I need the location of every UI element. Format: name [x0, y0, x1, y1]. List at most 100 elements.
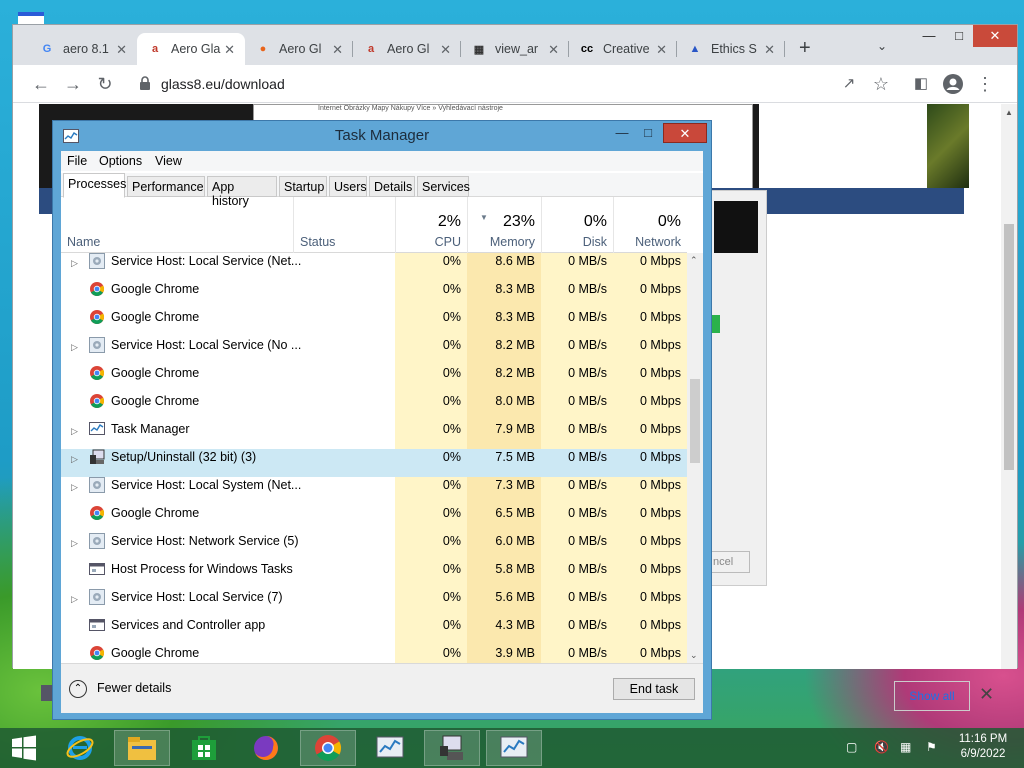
process-row[interactable]: Google Chrome 0% 6.5 MB 0 MB/s 0 Mbps — [61, 505, 687, 533]
browser-tab[interactable]: ▦ view_ar ✕ — [461, 33, 569, 65]
expand-arrow-icon[interactable]: ▷ — [71, 255, 78, 272]
menu-view[interactable]: View — [155, 154, 182, 168]
title-bar[interactable]: Task Manager — □ ✕ — [53, 121, 711, 151]
process-row[interactable]: ▷ Service Host: Local System (Net... 0% 7.3… — [61, 477, 687, 505]
taskmgr-icon[interactable] — [362, 730, 418, 766]
process-list-scrollbar[interactable]: ⌃ ⌄ — [687, 253, 703, 663]
process-row[interactable]: ▷ Service Host: Network Service (5) 0% 6.0 … — [61, 533, 687, 561]
chrome-icon[interactable] — [300, 730, 356, 766]
browser-tab[interactable]: ● Aero Gl ✕ — [245, 33, 353, 65]
browser-tab[interactable]: Gaero 8.1 ✕ — [29, 33, 137, 65]
chevron-up-icon[interactable]: ⌃ — [69, 680, 87, 698]
tab-search-icon[interactable]: ⌄ — [877, 39, 887, 53]
expand-arrow-icon[interactable]: ▷ — [71, 339, 78, 356]
volume-muted-icon[interactable]: 🔇 — [874, 740, 889, 754]
reload-icon[interactable]: ↻ — [91, 71, 119, 97]
process-row[interactable]: ▷ Service Host: Local Service (7) 0% 5.6 MB… — [61, 589, 687, 617]
clock[interactable]: 11:16 PM 6/9/2022 — [948, 732, 1018, 762]
process-row[interactable]: ▷ Setup/Uninstall (32 bit) (3) 0% 7.5 MB 0 M… — [61, 449, 687, 477]
flag-icon[interactable]: ⚑ — [926, 740, 937, 754]
expand-arrow-icon[interactable]: ▷ — [71, 423, 78, 440]
file-explorer-icon[interactable] — [114, 730, 170, 766]
tab-processes[interactable]: Processes — [63, 173, 126, 198]
menu-options[interactable]: Options — [99, 154, 142, 168]
menu-file[interactable]: File — [67, 154, 87, 168]
browser-tab[interactable]: cc Creative ✕ — [569, 33, 677, 65]
share-icon[interactable]: ↗ — [835, 71, 863, 97]
process-row[interactable]: Google Chrome 0% 8.2 MB 0 MB/s 0 Mbps — [61, 365, 687, 393]
process-row[interactable]: Google Chrome 0% 8.3 MB 0 MB/s 0 Mbps — [61, 309, 687, 337]
start-icon[interactable] — [4, 730, 44, 766]
close-tab-icon[interactable]: ✕ — [764, 42, 775, 58]
process-row[interactable]: Services and Controller app 0% 4.3 MB 0 MB/… — [61, 617, 687, 645]
expand-arrow-icon[interactable]: ▷ — [71, 535, 78, 552]
close-button[interactable]: ✕ — [973, 25, 1017, 47]
expand-arrow-icon[interactable]: ▷ — [71, 479, 78, 496]
expand-arrow-icon[interactable]: ▷ — [71, 451, 78, 468]
browser-tab[interactable]: ▲ Ethics S ✕ — [677, 33, 785, 65]
tab-services[interactable]: Services — [417, 176, 470, 197]
browser-tab[interactable]: a Aero Gla ✕ — [137, 33, 245, 65]
process-row[interactable]: ▷ Service Host: Local Service (No ... 0% 8.… — [61, 337, 687, 365]
ie-icon[interactable] — [52, 730, 108, 766]
store-icon[interactable] — [176, 730, 232, 766]
scroll-thumb[interactable] — [690, 379, 700, 463]
setup-icon[interactable] — [424, 730, 480, 766]
tab-startup[interactable]: Startup — [279, 176, 327, 197]
end-task-button[interactable]: End task — [613, 678, 695, 700]
fewer-details-link[interactable]: Fewer details — [97, 681, 171, 695]
firefox-icon[interactable] — [238, 730, 294, 766]
close-tab-icon[interactable]: ✕ — [224, 42, 235, 58]
close-tab-icon[interactable]: ✕ — [656, 42, 667, 58]
close-tab-icon[interactable]: ✕ — [332, 42, 343, 58]
process-row[interactable]: ▷ Task Manager 0% 7.9 MB 0 MB/s 0 Mbps — [61, 421, 687, 449]
column-status[interactable]: Status — [293, 197, 395, 253]
back-icon[interactable]: ← — [27, 71, 55, 97]
process-row[interactable]: ▷ Service Host: Local Service (Net... 0% 8.… — [61, 253, 687, 281]
lock-icon[interactable] — [139, 76, 151, 90]
forward-icon[interactable]: → — [59, 71, 87, 97]
show-all-button[interactable]: Show all — [894, 681, 970, 711]
page-scrollbar[interactable]: ▲ — [1001, 104, 1017, 669]
maximize-button[interactable]: □ — [635, 123, 661, 143]
column-memory[interactable]: ▼ 23% Memory — [467, 197, 541, 253]
tab-users[interactable]: Users — [329, 176, 367, 197]
minimize-button[interactable]: — — [913, 25, 945, 47]
expand-arrow-icon[interactable]: ▷ — [71, 591, 78, 608]
page-scroll-thumb[interactable] — [1004, 224, 1014, 470]
process-status — [293, 365, 395, 393]
column-name[interactable]: Name — [61, 197, 293, 253]
profile-avatar[interactable] — [939, 71, 967, 97]
network-icon[interactable]: ▦ — [900, 740, 911, 754]
process-row[interactable]: Google Chrome 0% 3.9 MB 0 MB/s 0 Mbps — [61, 645, 687, 663]
minimize-button[interactable]: — — [609, 123, 635, 143]
scroll-down-arrow[interactable]: ⌄ — [690, 650, 698, 661]
column-cpu[interactable]: 2% CPU — [395, 197, 467, 253]
process-name: Google Chrome — [111, 506, 200, 520]
process-row[interactable]: Google Chrome 0% 8.0 MB 0 MB/s 0 Mbps — [61, 393, 687, 421]
column-network[interactable]: 0% Network — [613, 197, 687, 253]
close-button[interactable]: ✕ — [663, 123, 707, 143]
taskmgr-active-icon[interactable] — [486, 730, 542, 766]
download-bar-close-icon[interactable]: ✕ — [979, 684, 994, 705]
process-row[interactable]: Google Chrome 0% 8.3 MB 0 MB/s 0 Mbps — [61, 281, 687, 309]
menu-icon[interactable]: ⋮ — [971, 71, 999, 97]
new-tab-button[interactable]: + — [799, 37, 811, 60]
bookmark-star-icon[interactable]: ☆ — [867, 71, 895, 97]
browser-tab[interactable]: a Aero Gl ✕ — [353, 33, 461, 65]
tab-details[interactable]: Details — [369, 176, 415, 197]
scroll-up-arrow[interactable]: ⌃ — [690, 255, 698, 266]
service-gear-icon — [89, 589, 105, 605]
action-center-icon[interactable]: ▢ — [846, 740, 857, 754]
side-panel-icon[interactable]: ◧ — [907, 71, 935, 97]
address-bar[interactable]: glass8.eu/download — [161, 76, 285, 92]
close-tab-icon[interactable]: ✕ — [440, 42, 451, 58]
close-tab-icon[interactable]: ✕ — [548, 42, 559, 58]
maximize-button[interactable]: □ — [943, 25, 975, 47]
tab-app-history[interactable]: App history — [207, 176, 277, 208]
close-tab-icon[interactable]: ✕ — [116, 42, 127, 58]
tab-performance[interactable]: Performance — [127, 176, 205, 197]
process-name: Task Manager — [111, 422, 190, 436]
column-disk[interactable]: 0% Disk — [541, 197, 613, 253]
process-row[interactable]: Host Process for Windows Tasks 0% 5.8 MB 0 … — [61, 561, 687, 589]
